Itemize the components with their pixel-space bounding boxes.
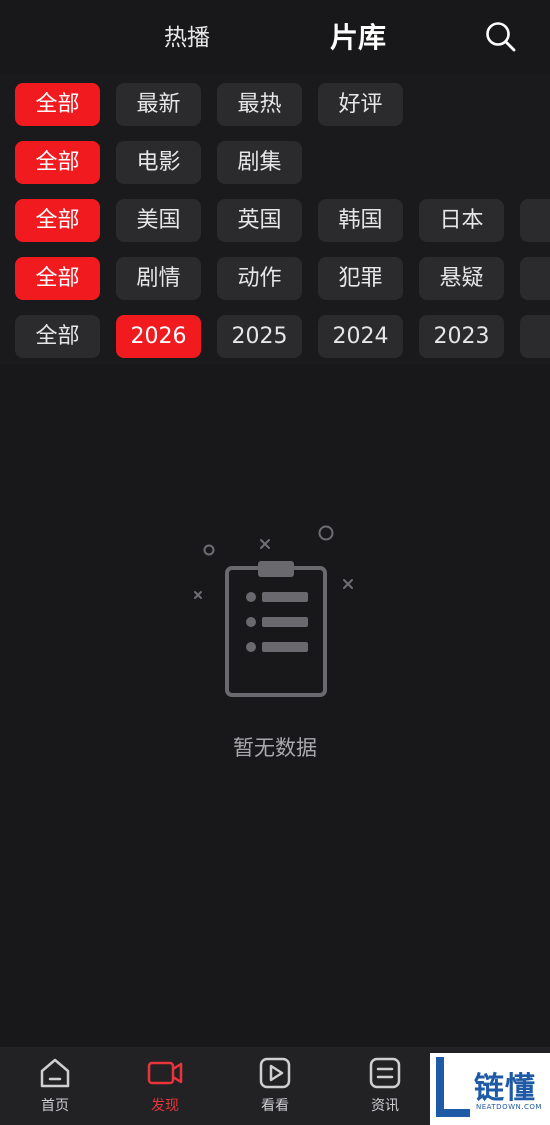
home-icon — [10, 1055, 100, 1091]
filter-chip-sort-newest[interactable]: 最新 — [116, 83, 201, 126]
watermark-text: 链懂 — [474, 1071, 536, 1106]
filter-row-year: 全部 2026 2025 2024 2023 20 — [0, 315, 550, 359]
tab-library[interactable]: 片库 — [330, 18, 386, 58]
watermark-logo: 链懂 NEATDOWN.COM — [430, 1053, 550, 1125]
news-icon — [340, 1055, 430, 1091]
filter-row-genre: 全部 剧情 动作 犯罪 悬疑 科 — [0, 257, 550, 301]
filter-chip-genre-all[interactable]: 全部 — [15, 257, 100, 300]
clipboard-list-icon — [190, 516, 360, 706]
filter-chip-region-all[interactable]: 全部 — [15, 199, 100, 242]
nav-label-home: 首页 — [41, 1098, 69, 1114]
filter-chip-year-2025[interactable]: 2025 — [217, 315, 302, 358]
nav-item-discover[interactable]: 发现 — [120, 1055, 210, 1121]
search-icon[interactable] — [484, 20, 518, 54]
filter-chip-region-uk[interactable]: 英国 — [217, 199, 302, 242]
filter-chip-sort-top-rated[interactable]: 好评 — [318, 83, 403, 126]
nav-item-watch[interactable]: 看看 — [230, 1055, 320, 1121]
filter-chip-region-usa[interactable]: 美国 — [116, 199, 201, 242]
empty-state-text: 暂无数据 — [233, 736, 317, 760]
nav-item-news[interactable]: 资讯 — [340, 1055, 430, 1121]
nav-label-discover: 发现 — [151, 1098, 179, 1114]
filter-chip-year-2026[interactable]: 2026 — [116, 315, 201, 358]
filter-chip-type-movie[interactable]: 电影 — [116, 141, 201, 184]
filter-chip-sort-hottest[interactable]: 最热 — [217, 83, 302, 126]
top-header: 热播 片库 — [0, 0, 550, 76]
filter-chip-region-other[interactable]: 其 — [520, 199, 550, 242]
filter-chip-genre-mystery[interactable]: 悬疑 — [419, 257, 504, 300]
filter-row-region: 全部 美国 英国 韩国 日本 其 — [0, 199, 550, 243]
filter-chip-genre-action[interactable]: 动作 — [217, 257, 302, 300]
play-square-icon — [230, 1055, 320, 1091]
video-camera-icon — [120, 1055, 210, 1091]
nav-label-watch: 看看 — [261, 1098, 289, 1114]
filter-chip-genre-drama[interactable]: 剧情 — [116, 257, 201, 300]
filter-chip-year-2023[interactable]: 2023 — [419, 315, 504, 358]
filter-chip-genre-scifi[interactable]: 科 — [520, 257, 550, 300]
filter-row-type: 全部 电影 剧集 — [0, 141, 550, 185]
filter-chip-type-series[interactable]: 剧集 — [217, 141, 302, 184]
filter-row-sort: 全部 最新 最热 好评 — [0, 83, 550, 127]
filter-chip-sort-all[interactable]: 全部 — [15, 83, 100, 126]
nav-label-news: 资讯 — [371, 1098, 399, 1114]
filter-chip-type-all[interactable]: 全部 — [15, 141, 100, 184]
filter-chip-region-japan[interactable]: 日本 — [419, 199, 504, 242]
tab-hot[interactable]: 热播 — [164, 18, 210, 58]
nav-item-home[interactable]: 首页 — [10, 1055, 100, 1121]
filter-chip-year-2024[interactable]: 2024 — [318, 315, 403, 358]
filter-chip-region-korea[interactable]: 韩国 — [318, 199, 403, 242]
empty-state: 暂无数据 — [0, 510, 550, 770]
filter-chip-year-all[interactable]: 全部 — [15, 315, 100, 358]
filter-chip-year-2022[interactable]: 20 — [520, 315, 550, 358]
filter-panel: 全部 最新 最热 好评 全部 电影 剧集 全部 美国 英国 韩国 日本 其 全部… — [0, 74, 550, 364]
filter-chip-genre-crime[interactable]: 犯罪 — [318, 257, 403, 300]
watermark-subtext: NEATDOWN.COM — [476, 1103, 542, 1111]
